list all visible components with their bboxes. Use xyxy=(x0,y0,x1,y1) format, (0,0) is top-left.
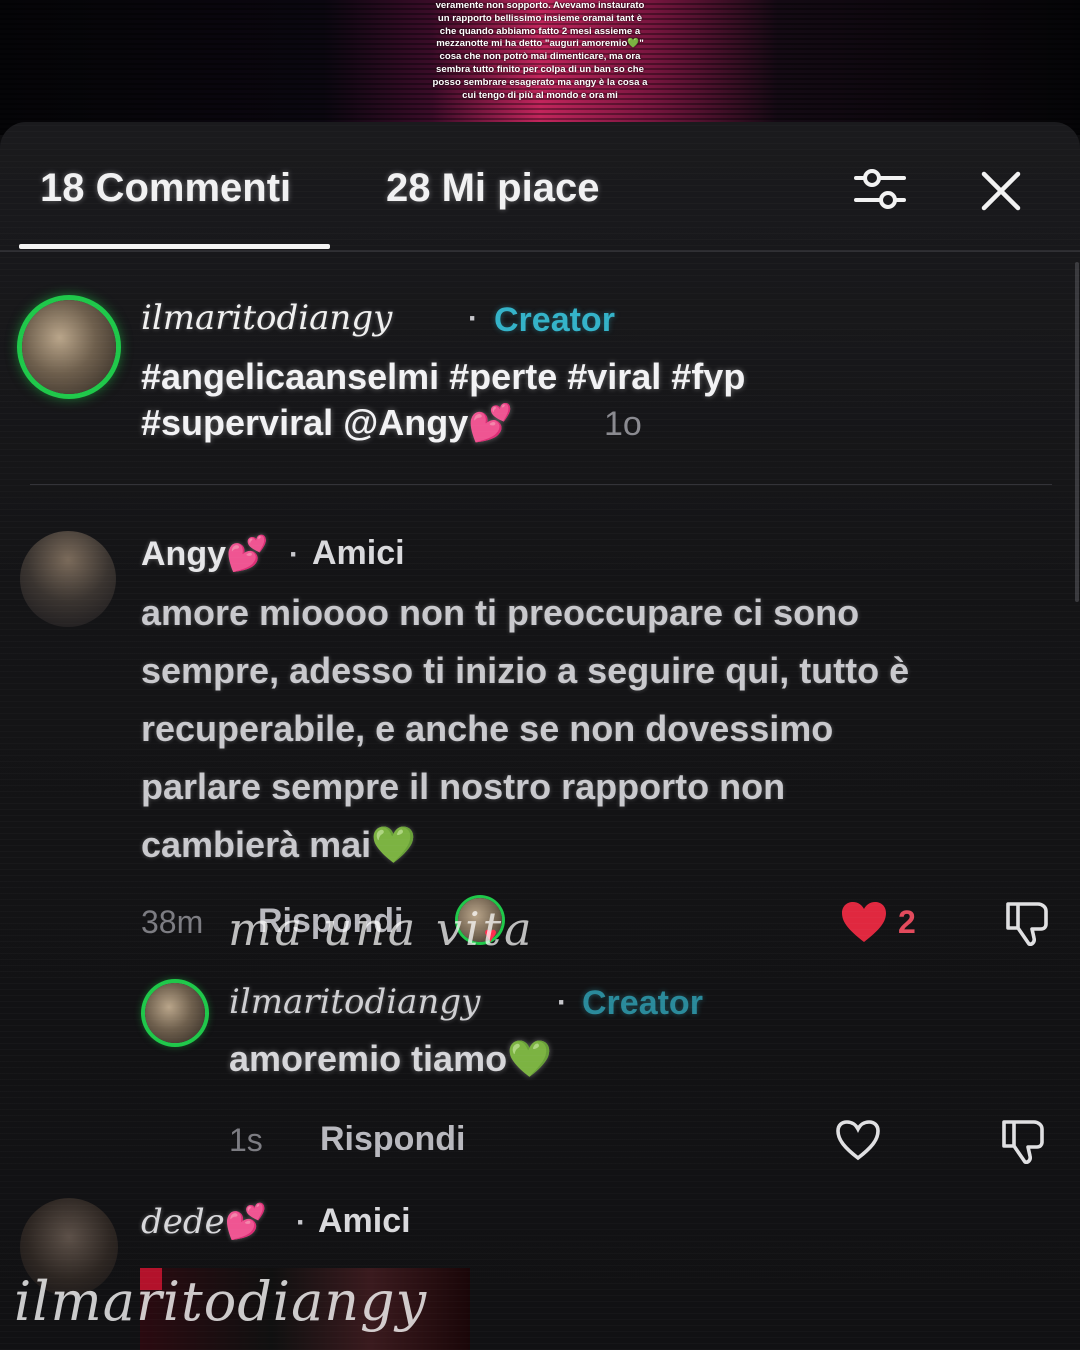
comment-text: #superviral @Angy💕 xyxy=(141,400,513,446)
video-background: veramente non sopporto. Avevamo instaura… xyxy=(0,0,1080,135)
comment-username[interactable]: ilmaritodiangy xyxy=(141,298,392,338)
comment-text-line: cambierà mai💚 xyxy=(141,816,909,874)
video-caption: veramente non sopporto. Avevamo instaura… xyxy=(432,0,648,101)
separator-dot: · xyxy=(557,986,567,1019)
comment-username[interactable]: Angy💕 xyxy=(141,534,268,574)
watermark: ilmaritodiangy xyxy=(14,1270,428,1333)
comment-text-line: sempre, adesso ti inizio a seguire qui, … xyxy=(141,650,910,691)
tab-active-indicator xyxy=(19,244,330,249)
separator-dot: · xyxy=(296,1206,306,1239)
pink-hearts-emoji: 💕 xyxy=(224,1202,268,1242)
like-count: 2 xyxy=(898,904,916,940)
reply-username[interactable]: ilmaritodiangy xyxy=(229,982,480,1022)
avatar[interactable] xyxy=(22,300,116,394)
comment-text-line: parlare sempre il nostro rapporto non xyxy=(141,766,786,807)
heart-outline-icon[interactable] xyxy=(834,1118,882,1162)
heart-filled-icon[interactable] xyxy=(840,900,888,944)
tab-likes[interactable]: 28 Mi piace xyxy=(386,166,599,211)
green-heart-emoji: 💚 xyxy=(507,1038,552,1079)
green-heart-emoji: 💚 xyxy=(371,824,416,865)
lyric-overlay: ma una vita xyxy=(228,902,535,956)
creator-badge: Creator xyxy=(582,984,703,1022)
thumbs-down-icon[interactable] xyxy=(1002,898,1052,948)
comment-text-fragment: cambierà mai xyxy=(141,824,372,865)
reply-text: amoremio tiamo💚 xyxy=(229,1036,552,1082)
creator-badge: Creator xyxy=(494,301,615,339)
avatar[interactable] xyxy=(20,531,116,627)
avatar[interactable] xyxy=(145,983,205,1043)
friends-badge: Amici xyxy=(312,534,405,572)
username-text: Angy xyxy=(141,535,226,573)
comments-sheet: 18 Commenti 28 Mi piace ilmaritodiangy ·… xyxy=(0,122,1080,1350)
comment-text-line: recuperabile, e anche se non dovessimo xyxy=(141,708,834,749)
tab-bar: 18 Commenti 28 Mi piace xyxy=(0,122,1080,252)
pink-hearts-emoji: 💕 xyxy=(468,402,514,443)
reply-time: 1s xyxy=(229,1122,263,1158)
pink-hearts-emoji: 💕 xyxy=(226,535,269,573)
thumbs-down-icon[interactable] xyxy=(998,1116,1048,1166)
comment-text-line: #superviral @Angy xyxy=(141,402,469,443)
tab-comments[interactable]: 18 Commenti xyxy=(40,166,291,211)
separator-dot: · xyxy=(289,538,299,571)
close-icon[interactable] xyxy=(976,166,1026,216)
reply-button[interactable]: Rispondi xyxy=(320,1120,465,1159)
comment-text: #angelicaanselmi #perte #viral #fyp xyxy=(141,356,746,397)
separator-dot: · xyxy=(468,302,478,335)
comment-time: 1o xyxy=(604,405,642,443)
tabs-divider xyxy=(0,250,1080,252)
username-text: dede xyxy=(141,1202,225,1242)
divider xyxy=(30,484,1052,485)
comment-text-line: amore mioooo non ti preoccupare ci sono xyxy=(141,592,860,633)
comment-text: amore mioooo non ti preoccupare ci sono … xyxy=(141,584,909,874)
comment-time: 38m xyxy=(141,904,204,940)
reply-text-fragment: amoremio tiamo xyxy=(229,1038,508,1079)
scrollbar[interactable] xyxy=(1075,262,1079,602)
comment-username[interactable]: dede💕 xyxy=(141,1202,267,1242)
sliders-icon[interactable] xyxy=(852,162,908,218)
friends-badge: Amici xyxy=(318,1202,411,1240)
